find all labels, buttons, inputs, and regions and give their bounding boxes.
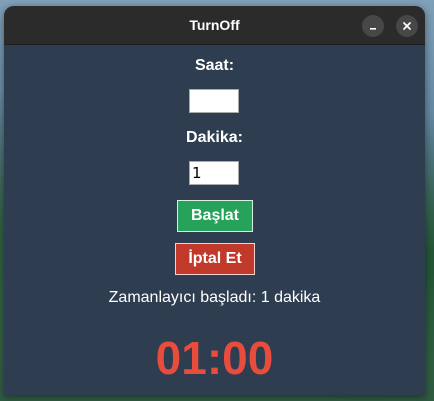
countdown-display: 01:00 bbox=[155, 332, 274, 384]
hour-label: Saat: bbox=[194, 57, 235, 74]
close-icon bbox=[403, 22, 411, 30]
close-button[interactable] bbox=[396, 15, 418, 37]
hour-input[interactable] bbox=[189, 89, 239, 113]
minute-label: Dakika: bbox=[186, 129, 243, 146]
turnoff-window: TurnOff Saat: Dakika: Başlat İptal Et Za… bbox=[4, 6, 425, 395]
status-text: Zamanlayıcı başladı: 1 dakika bbox=[108, 289, 321, 306]
minimize-icon bbox=[370, 28, 376, 30]
main-content: Saat: Dakika: Başlat İptal Et Zamanlayıc… bbox=[4, 45, 425, 395]
minute-input[interactable] bbox=[189, 161, 239, 185]
start-button[interactable]: Başlat bbox=[177, 200, 253, 232]
cancel-button[interactable]: İptal Et bbox=[175, 243, 255, 275]
title-bar[interactable]: TurnOff bbox=[4, 6, 425, 45]
minimize-button[interactable] bbox=[362, 15, 384, 37]
